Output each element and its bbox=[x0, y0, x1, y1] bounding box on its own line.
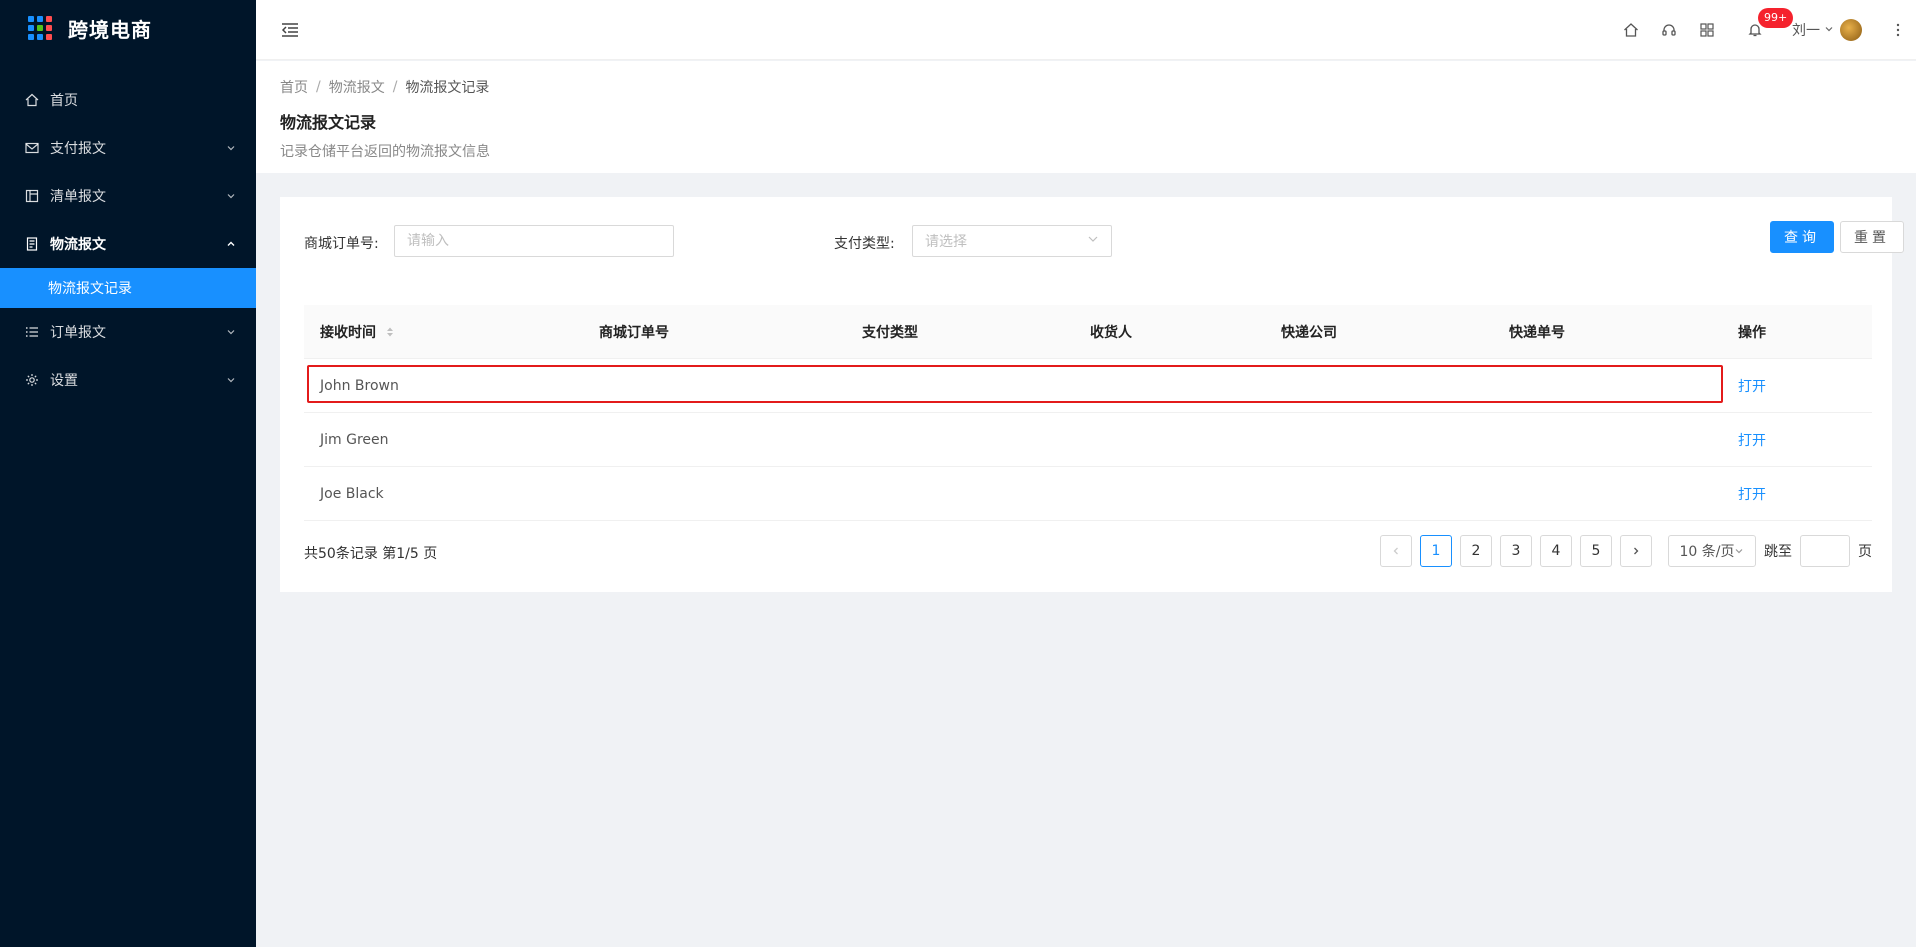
page-description: 记录仓储平台返回的物流报文信息 bbox=[280, 144, 490, 160]
page-button-3[interactable]: 3 bbox=[1500, 535, 1532, 567]
column-header-label: 接收时间 bbox=[320, 324, 376, 341]
table-row: Joe Black 打开 bbox=[304, 467, 1872, 521]
next-page-button[interactable] bbox=[1620, 535, 1652, 567]
avatar bbox=[1840, 19, 1862, 41]
content-card: 商城订单号: 支付类型: 请选择 查询 重置 接收时间 商城订单号 支付类型 收… bbox=[280, 197, 1904, 592]
app-grid-logo-icon bbox=[28, 16, 52, 40]
column-header-tracking-no: 快递单号 bbox=[1509, 324, 1565, 341]
table-header: 接收时间 商城订单号 支付类型 收货人 快递公司 快递单号 操作 bbox=[304, 305, 1872, 359]
breadcrumb-home[interactable]: 首页 bbox=[280, 77, 308, 97]
column-header-consignee: 收货人 bbox=[1090, 324, 1132, 341]
apps-grid-icon[interactable] bbox=[1688, 0, 1726, 60]
page-button-2[interactable]: 2 bbox=[1460, 535, 1492, 567]
chevron-down-icon bbox=[226, 375, 236, 385]
sidebar-item-settings[interactable]: 设置 bbox=[0, 356, 256, 404]
page-header: 首页 / 物流报文 / 物流报文记录 物流报文记录 记录仓储平台返回的物流报文信… bbox=[256, 61, 1916, 173]
home-icon bbox=[24, 92, 40, 108]
chevron-down-icon bbox=[1087, 233, 1099, 249]
query-button[interactable]: 查询 bbox=[1770, 221, 1834, 253]
chevron-down-icon bbox=[1736, 549, 1743, 554]
column-header-pay-type: 支付类型 bbox=[862, 324, 918, 341]
row-receive-time: Joe Black bbox=[320, 485, 384, 502]
open-link[interactable]: 打开 bbox=[1738, 430, 1766, 450]
sidebar-menu: 首页 支付报文 清单报文 物流报文 物流报文记录 订单报文 设置 bbox=[0, 76, 256, 404]
breadcrumb-separator: / bbox=[316, 79, 321, 95]
pay-type-placeholder: 请选择 bbox=[925, 234, 967, 250]
record-summary: 共50条记录 第1/5 页 bbox=[304, 546, 438, 562]
open-link[interactable]: 打开 bbox=[1738, 484, 1766, 504]
sidebar-item-label: 设置 bbox=[50, 373, 78, 389]
row-receive-time: Jim Green bbox=[320, 431, 389, 448]
breadcrumb-separator: / bbox=[392, 79, 398, 95]
prev-page-button[interactable] bbox=[1380, 535, 1412, 567]
reset-button[interactable]: 重置 bbox=[1840, 221, 1904, 253]
jump-label: 跳至 bbox=[1764, 544, 1792, 560]
sidebar-item-label: 订单报文 bbox=[50, 325, 106, 341]
app-title: 跨境电商 bbox=[68, 17, 152, 42]
header-actions: 99+ 刘一 bbox=[1612, 0, 1916, 60]
breadcrumb-current: 物流报文记录 bbox=[405, 80, 490, 96]
sidebar: 跨境电商 首页 支付报文 清单报文 物流报文 物流报文记录 订单报文 设置 bbox=[0, 0, 256, 947]
sidebar-item-label: 物流报文 bbox=[50, 237, 106, 253]
row-highlight-box bbox=[307, 365, 1723, 403]
notification-badge: 99+ bbox=[1758, 8, 1794, 28]
logistics-records-table: 接收时间 商城订单号 支付类型 收货人 快递公司 快递单号 操作 John Br… bbox=[304, 305, 1872, 521]
chevron-down-icon bbox=[226, 327, 236, 337]
order-no-label: 商城订单号: bbox=[304, 236, 379, 252]
page-button-4[interactable]: 4 bbox=[1540, 535, 1572, 567]
gear-icon bbox=[24, 372, 40, 388]
page-button-1[interactable]: 1 bbox=[1420, 535, 1452, 567]
user-name: 刘一 bbox=[1792, 23, 1820, 39]
sidebar-subitem-logistics-records[interactable]: 物流报文记录 bbox=[0, 268, 256, 308]
row-receive-time: John Brown bbox=[320, 377, 399, 394]
sidebar-item-label: 清单报文 bbox=[50, 189, 106, 205]
chevron-down-icon bbox=[226, 143, 236, 153]
column-header-courier: 快递公司 bbox=[1281, 324, 1337, 341]
sidebar-item-manifest-messages[interactable]: 清单报文 bbox=[0, 172, 256, 220]
menu-fold-icon[interactable] bbox=[280, 20, 300, 40]
list-doc-icon bbox=[24, 188, 40, 204]
breadcrumb-logistics[interactable]: 物流报文 bbox=[329, 77, 385, 97]
more-vertical-icon[interactable] bbox=[1886, 0, 1910, 60]
open-link[interactable]: 打开 bbox=[1738, 376, 1766, 396]
user-menu[interactable]: 刘一 bbox=[1792, 19, 1862, 41]
chevron-down-icon bbox=[1824, 22, 1834, 38]
order-no-input[interactable] bbox=[394, 225, 674, 257]
brand[interactable]: 跨境电商 bbox=[0, 0, 256, 56]
breadcrumb: 首页 / 物流报文 / 物流报文记录 bbox=[280, 77, 1892, 97]
filter-form: 商城订单号: 支付类型: 请选择 查询 重置 bbox=[304, 221, 1904, 259]
column-header-order-no: 商城订单号 bbox=[599, 324, 669, 341]
table-row: Jim Green 打开 bbox=[304, 413, 1872, 467]
home-icon[interactable] bbox=[1612, 0, 1650, 60]
page-title: 物流报文记录 bbox=[280, 113, 377, 132]
sidebar-subitem-label: 物流报文记录 bbox=[48, 281, 132, 297]
sidebar-item-logistics-messages[interactable]: 物流报文 bbox=[0, 220, 256, 268]
mail-icon bbox=[24, 140, 40, 156]
sidebar-item-label: 支付报文 bbox=[50, 141, 106, 157]
page-suffix: 页 bbox=[1858, 544, 1872, 560]
column-header-actions: 操作 bbox=[1738, 324, 1766, 341]
page-size-value: 10 条/页 bbox=[1679, 544, 1735, 560]
chevron-up-icon bbox=[226, 239, 236, 249]
table-row: John Brown 打开 bbox=[304, 359, 1872, 413]
pay-type-label: 支付类型: bbox=[834, 236, 895, 252]
bell-icon[interactable]: 99+ bbox=[1736, 0, 1794, 60]
sidebar-item-payment-messages[interactable]: 支付报文 bbox=[0, 124, 256, 172]
page-button-5[interactable]: 5 bbox=[1580, 535, 1612, 567]
chevron-down-icon bbox=[226, 191, 236, 201]
column-header-receive-time[interactable]: 接收时间 bbox=[320, 322, 394, 342]
sidebar-item-home[interactable]: 首页 bbox=[0, 76, 256, 124]
headset-icon[interactable] bbox=[1650, 0, 1688, 60]
page-size-select[interactable]: 10 条/页 bbox=[1668, 535, 1756, 567]
ordered-list-icon bbox=[24, 324, 40, 340]
pay-type-select[interactable]: 请选择 bbox=[912, 225, 1112, 257]
jump-page-input[interactable] bbox=[1800, 535, 1850, 567]
sort-icon[interactable] bbox=[386, 326, 394, 338]
logistics-doc-icon bbox=[24, 236, 40, 252]
pagination: 1 2 3 4 5 10 条/页 跳至 页 bbox=[1372, 535, 1872, 567]
sidebar-item-order-messages[interactable]: 订单报文 bbox=[0, 308, 256, 356]
sidebar-item-label: 首页 bbox=[50, 93, 78, 109]
top-header: 99+ 刘一 bbox=[256, 0, 1916, 60]
